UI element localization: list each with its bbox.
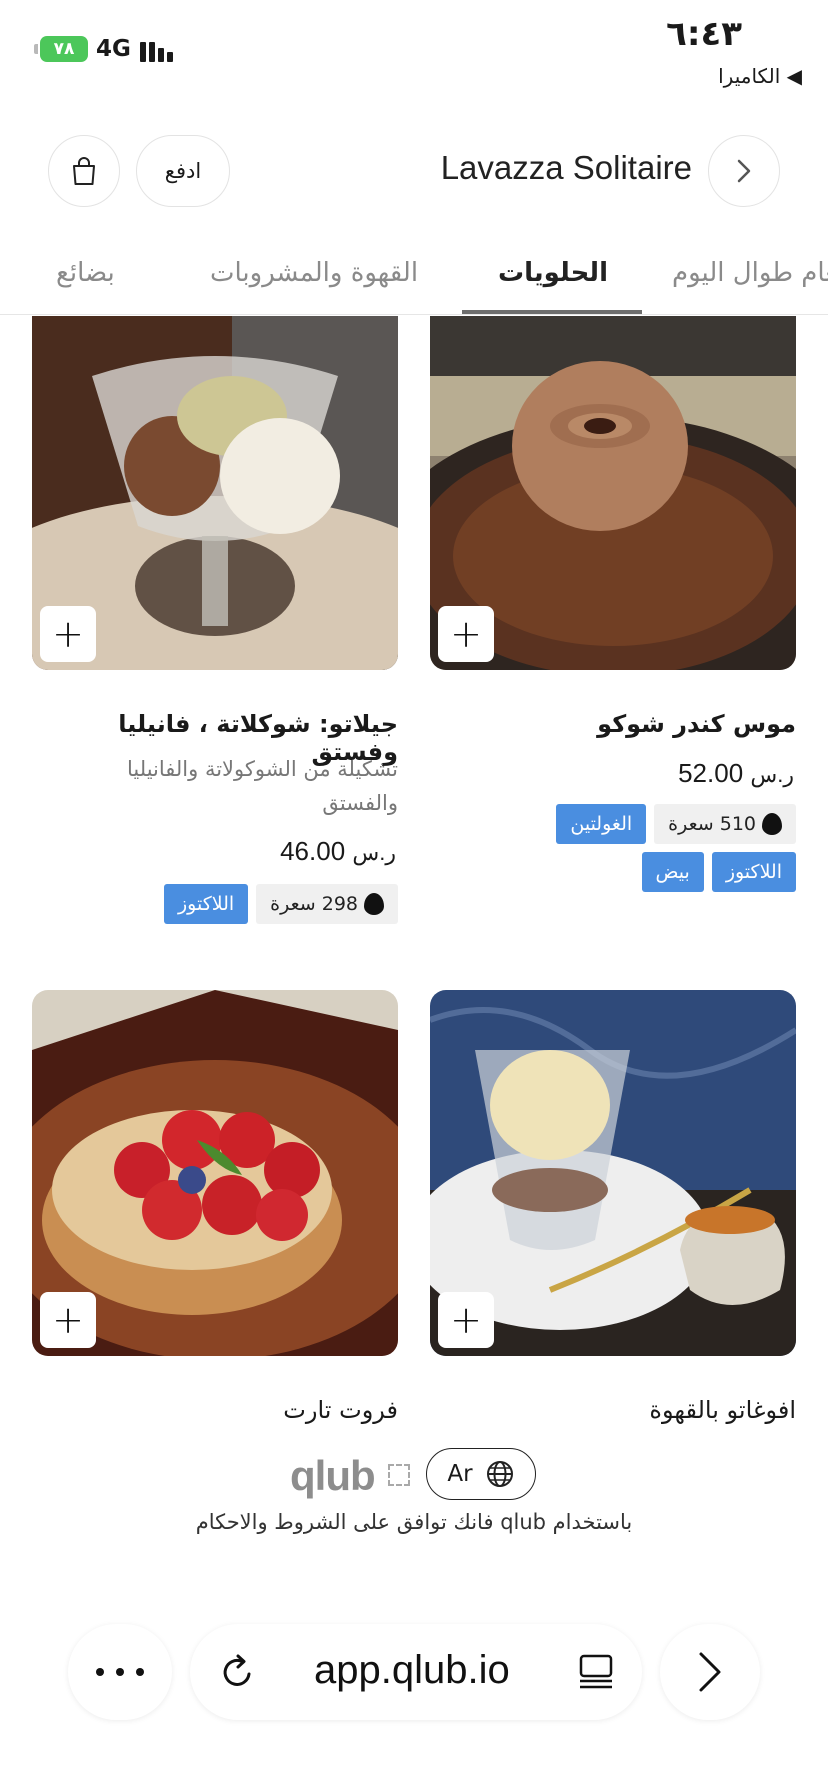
calories-badge: 298 سعرة	[256, 884, 398, 924]
venue-nav-button[interactable]	[708, 135, 780, 207]
more-button[interactable]	[68, 1624, 172, 1720]
item-image[interactable]: +	[430, 990, 796, 1356]
category-tabs: بضائع القهوة والمشروبات الحلويات طعام طو…	[0, 240, 828, 315]
allergen-tag: الغولتين	[556, 804, 647, 844]
language-switcher[interactable]: Ar	[426, 1448, 536, 1500]
item-price: ر.س 52.00	[678, 758, 796, 789]
add-to-cart-button[interactable]: +	[40, 1292, 96, 1348]
language-label: Ar	[447, 1461, 473, 1487]
item-name: موس كندر شوكو	[597, 710, 796, 738]
qlub-mark-icon	[388, 1464, 410, 1486]
item-tags: 510 سعرة الغولتين	[556, 804, 796, 844]
network-type: 4G	[96, 36, 131, 62]
item-name: افوغاتو بالقهوة	[649, 1396, 796, 1424]
footer-brand-row: qlub Ar	[0, 1448, 828, 1504]
terms-notice[interactable]: باستخدام qlub فانك توافق على الشروط والا…	[0, 1510, 828, 1534]
address-bar[interactable]: app.qlub.io	[190, 1624, 642, 1720]
item-image[interactable]: +	[32, 990, 398, 1356]
active-tab-indicator	[462, 310, 642, 314]
tab-all-day-food[interactable]: طعام طوال اليوم	[672, 258, 828, 288]
chevron-right-icon	[737, 159, 751, 183]
venue-title: Lavazza Solitaire	[440, 149, 692, 186]
item-tags: 298 سعرة اللاكتوز	[163, 884, 398, 924]
chevron-right-icon	[699, 1652, 721, 1692]
reload-icon	[223, 1654, 251, 1686]
battery-tip	[34, 44, 38, 54]
qlub-logo: qlub	[290, 1452, 376, 1499]
item-price: ر.س 46.00	[280, 836, 398, 867]
allergen-tag: بيض	[641, 852, 704, 892]
menu-item-card[interactable]: + موس كندر شوكو ر.س 52.00 510 سعرة الغول…	[430, 316, 796, 906]
menu-item-card[interactable]: + افوغاتو بالقهوة	[430, 990, 796, 1430]
tab-merchandise[interactable]: بضائع	[56, 258, 115, 288]
calories-icon	[762, 813, 782, 835]
item-image[interactable]: +	[32, 316, 398, 670]
battery-level: ٧٨	[53, 39, 75, 59]
tab-coffee-drinks[interactable]: القهوة والمشروبات	[210, 258, 418, 288]
calories-value: 298 سعرة	[270, 893, 358, 915]
menu-item-card[interactable]: + جيلاتو: شوكلاتة ، فانيليا وفستق تشكيلة…	[32, 316, 398, 936]
item-description: تشكيلة من الشوكولاتة والفانيليا والفستق	[127, 757, 398, 815]
item-tags: اللاكتوز بيض	[641, 852, 796, 892]
currency-symbol: ر.س	[352, 840, 396, 865]
status-bar: ٧٨ 4G ٦:٤٣ ◀ الكاميرا	[0, 0, 828, 100]
globe-icon	[486, 1461, 513, 1487]
browser-toolbar: app.qlub.io	[0, 1620, 828, 1724]
add-to-cart-button[interactable]: +	[40, 606, 96, 662]
calories-icon	[364, 893, 384, 915]
add-to-cart-button[interactable]: +	[438, 1292, 494, 1348]
cart-button[interactable]	[48, 135, 120, 207]
price-value: 46.00	[280, 836, 346, 866]
item-name: فروت تارت	[283, 1396, 398, 1424]
item-image[interactable]: +	[430, 316, 796, 670]
price-value: 52.00	[678, 758, 744, 788]
shopping-bag-icon	[73, 157, 95, 185]
forward-button[interactable]	[660, 1624, 760, 1720]
calories-value: 510 سعرة	[668, 813, 756, 835]
allergen-tag: اللاكتوز	[163, 884, 249, 924]
ellipsis-icon	[96, 1668, 144, 1676]
currency-symbol: ر.س	[750, 762, 794, 787]
allergen-tag: اللاكتوز	[711, 852, 796, 892]
url-text: app.qlub.io	[314, 1648, 510, 1692]
clock: ٦:٤٣	[666, 14, 742, 54]
battery-indicator: ٧٨	[40, 36, 88, 62]
back-to-camera-link[interactable]: ◀ الكاميرا	[718, 64, 802, 88]
reader-icon[interactable]	[576, 1652, 616, 1692]
signal-icon	[140, 38, 173, 62]
menu-item-card[interactable]: + فروت تارت	[32, 990, 398, 1430]
add-to-cart-button[interactable]: +	[438, 606, 494, 662]
pay-button[interactable]: ادفع	[136, 135, 230, 207]
header: ادفع Lavazza Solitaire	[0, 135, 828, 207]
tab-desserts[interactable]: الحلويات	[498, 258, 608, 288]
calories-badge: 510 سعرة	[654, 804, 796, 844]
